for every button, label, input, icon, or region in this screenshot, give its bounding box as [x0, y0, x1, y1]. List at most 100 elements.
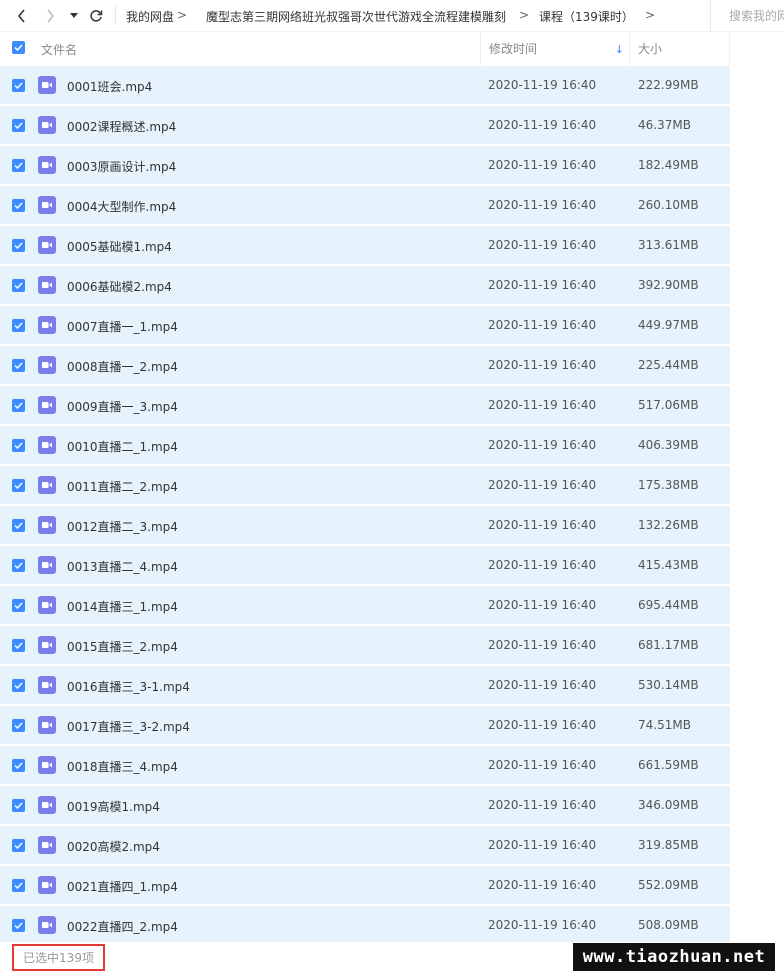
video-file-icon [38, 236, 56, 254]
file-name[interactable]: 0019高模1.mp4 [67, 798, 160, 815]
row-checkbox[interactable] [12, 679, 25, 692]
file-name[interactable]: 0008直播一_2.mp4 [67, 358, 178, 375]
video-file-icon [38, 716, 56, 734]
row-checkbox[interactable] [12, 719, 25, 732]
table-row[interactable]: 0022直播四_2.mp4 2020-11-19 16:40 508.09MB [0, 906, 730, 944]
search-input[interactable]: 搜索我的网盘 [710, 0, 784, 31]
file-name[interactable]: 0018直播三_4.mp4 [67, 758, 178, 775]
video-file-icon [38, 556, 56, 574]
video-camera-icon [42, 682, 52, 688]
row-checkbox[interactable] [12, 759, 25, 772]
breadcrumb-current[interactable]: 课程（139课时） [539, 8, 634, 25]
file-name[interactable]: 0006基础模2.mp4 [67, 278, 172, 295]
file-name[interactable]: 0002课程概述.mp4 [67, 118, 176, 135]
file-modified-date: 2020-11-19 16:40 [488, 758, 597, 772]
table-row[interactable]: 0019高模1.mp4 2020-11-19 16:40 346.09MB [0, 786, 730, 824]
row-checkbox[interactable] [12, 319, 25, 332]
refresh-button[interactable] [84, 4, 108, 28]
back-button[interactable] [10, 4, 34, 28]
breadcrumb-folder[interactable]: 魔型志第三期网络班光叔强哥次世代游戏全流程建模雕刻 [206, 8, 506, 25]
video-camera-icon [42, 562, 52, 568]
file-name[interactable]: 0007直播一_1.mp4 [67, 318, 178, 335]
file-name[interactable]: 0017直播三_3-2.mp4 [67, 718, 190, 735]
table-row[interactable]: 0012直播二_3.mp4 2020-11-19 16:40 132.26MB [0, 506, 730, 544]
file-size: 681.17MB [638, 638, 699, 652]
table-row[interactable]: 0011直播二_2.mp4 2020-11-19 16:40 175.38MB [0, 466, 730, 504]
row-checkbox[interactable] [12, 279, 25, 292]
file-name[interactable]: 0010直播二_1.mp4 [67, 438, 178, 455]
file-name[interactable]: 0005基础模1.mp4 [67, 238, 172, 255]
file-name[interactable]: 0016直播三_3-1.mp4 [67, 678, 190, 695]
row-checkbox[interactable] [12, 639, 25, 652]
file-name[interactable]: 0009直播一_3.mp4 [67, 398, 178, 415]
row-checkbox[interactable] [12, 559, 25, 572]
file-name[interactable]: 0021直播四_1.mp4 [67, 878, 178, 895]
file-name[interactable]: 0012直播二_3.mp4 [67, 518, 178, 535]
table-row[interactable]: 0010直播二_1.mp4 2020-11-19 16:40 406.39MB [0, 426, 730, 464]
row-checkbox[interactable] [12, 599, 25, 612]
column-header-date[interactable]: 修改时间 ↓ [480, 32, 628, 65]
table-row[interactable]: 0015直播三_2.mp4 2020-11-19 16:40 681.17MB [0, 626, 730, 664]
file-name[interactable]: 0011直播二_2.mp4 [67, 478, 178, 495]
file-size: 530.14MB [638, 678, 699, 692]
file-name[interactable]: 0013直播二_4.mp4 [67, 558, 178, 575]
table-row[interactable]: 0016直播三_3-1.mp4 2020-11-19 16:40 530.14MB [0, 666, 730, 704]
table-row[interactable]: 0013直播二_4.mp4 2020-11-19 16:40 415.43MB [0, 546, 730, 584]
file-name[interactable]: 0015直播三_2.mp4 [67, 638, 178, 655]
file-name[interactable]: 0003原画设计.mp4 [67, 158, 176, 175]
column-header-size-label: 大小 [638, 42, 663, 56]
row-checkbox[interactable] [12, 359, 25, 372]
table-row[interactable]: 0008直播一_2.mp4 2020-11-19 16:40 225.44MB [0, 346, 730, 384]
file-name[interactable]: 0001班会.mp4 [67, 78, 152, 95]
table-row[interactable]: 0001班会.mp4 2020-11-19 16:40 222.99MB [0, 66, 730, 104]
file-size: 319.85MB [638, 838, 699, 852]
video-file-icon [38, 76, 56, 94]
file-modified-date: 2020-11-19 16:40 [488, 118, 597, 132]
file-name[interactable]: 0020高模2.mp4 [67, 838, 160, 855]
row-checkbox[interactable] [12, 919, 25, 932]
row-checkbox[interactable] [12, 519, 25, 532]
table-row[interactable]: 0002课程概述.mp4 2020-11-19 16:40 46.37MB [0, 106, 730, 144]
video-camera-icon [42, 322, 52, 328]
table-row[interactable]: 0003原画设计.mp4 2020-11-19 16:40 182.49MB [0, 146, 730, 184]
table-row[interactable]: 0014直播三_1.mp4 2020-11-19 16:40 695.44MB [0, 586, 730, 624]
row-checkbox[interactable] [12, 119, 25, 132]
column-header-name[interactable]: 文件名 [41, 41, 77, 58]
table-row[interactable]: 0007直播一_1.mp4 2020-11-19 16:40 449.97MB [0, 306, 730, 344]
row-checkbox[interactable] [12, 239, 25, 252]
select-all-checkbox[interactable] [12, 41, 25, 54]
row-checkbox[interactable] [12, 839, 25, 852]
table-row[interactable]: 0006基础模2.mp4 2020-11-19 16:40 392.90MB [0, 266, 730, 304]
table-row[interactable]: 0020高模2.mp4 2020-11-19 16:40 319.85MB [0, 826, 730, 864]
video-camera-icon [42, 122, 52, 128]
video-file-icon [38, 676, 56, 694]
row-checkbox[interactable] [12, 399, 25, 412]
file-size: 182.49MB [638, 158, 699, 172]
file-name[interactable]: 0004大型制作.mp4 [67, 198, 176, 215]
row-checkbox[interactable] [12, 199, 25, 212]
row-checkbox[interactable] [12, 799, 25, 812]
table-row[interactable]: 0018直播三_4.mp4 2020-11-19 16:40 661.59MB [0, 746, 730, 784]
row-checkbox[interactable] [12, 159, 25, 172]
table-row[interactable]: 0009直播一_3.mp4 2020-11-19 16:40 517.06MB [0, 386, 730, 424]
forward-button[interactable] [38, 4, 62, 28]
table-row[interactable]: 0004大型制作.mp4 2020-11-19 16:40 260.10MB [0, 186, 730, 224]
file-name[interactable]: 0014直播三_1.mp4 [67, 598, 178, 615]
table-row[interactable]: 0021直播四_1.mp4 2020-11-19 16:40 552.09MB [0, 866, 730, 904]
row-checkbox[interactable] [12, 439, 25, 452]
video-camera-icon [42, 242, 52, 248]
table-row[interactable]: 0005基础模1.mp4 2020-11-19 16:40 313.61MB [0, 226, 730, 264]
file-size: 260.10MB [638, 198, 699, 212]
file-name[interactable]: 0022直播四_2.mp4 [67, 918, 178, 935]
row-checkbox[interactable] [12, 79, 25, 92]
checkmark-icon [14, 562, 23, 569]
breadcrumb-root[interactable]: 我的网盘 [126, 8, 174, 25]
video-file-icon [38, 356, 56, 374]
history-dropdown-button[interactable] [64, 4, 84, 28]
column-header-size[interactable]: 大小 [629, 32, 730, 65]
row-checkbox[interactable] [12, 879, 25, 892]
row-checkbox[interactable] [12, 479, 25, 492]
table-row[interactable]: 0017直播三_3-2.mp4 2020-11-19 16:40 74.51MB [0, 706, 730, 744]
file-size: 175.38MB [638, 478, 699, 492]
checkmark-icon [14, 242, 23, 249]
